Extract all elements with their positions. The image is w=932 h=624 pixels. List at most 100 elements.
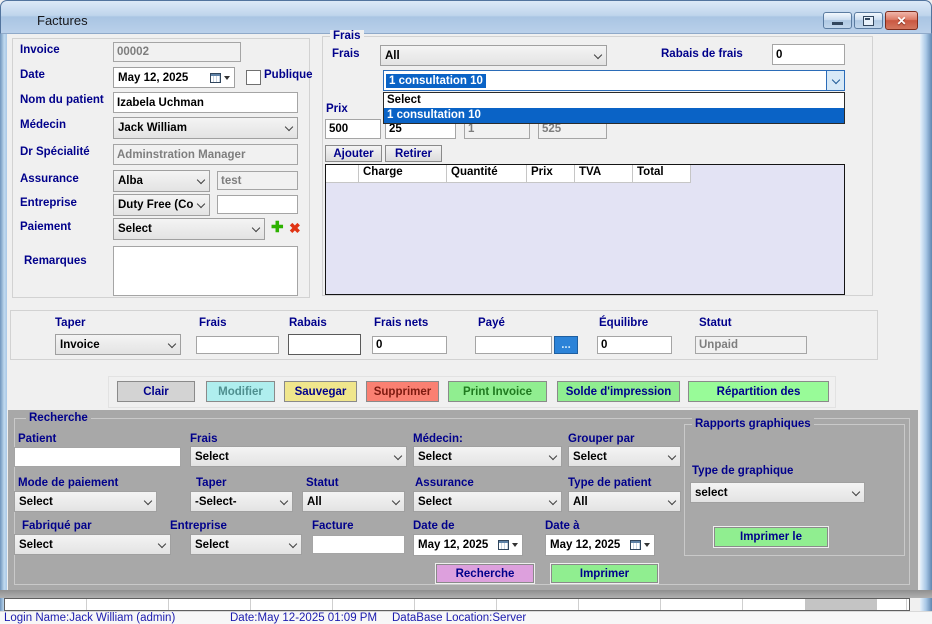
add-payment-icon[interactable]: ✚: [271, 220, 284, 235]
date-de-picker[interactable]: May 12, 2025: [413, 534, 523, 556]
search-taper-label: Taper: [196, 477, 226, 489]
rabais-frais-field[interactable]: [772, 44, 845, 65]
calendar-icon: [210, 73, 221, 83]
recherche-button[interactable]: Recherche: [436, 564, 534, 583]
medecin-select[interactable]: Jack William: [113, 117, 298, 139]
factures-window: Factures ✕ Invoice Date May 12, 2025 Pub…: [0, 0, 932, 624]
grouper-par-select[interactable]: Select: [568, 446, 681, 467]
maximize-button[interactable]: [854, 12, 883, 29]
imprimer-button[interactable]: Imprimer: [551, 564, 658, 583]
modifier-button[interactable]: Modifier: [206, 381, 275, 402]
ajouter-button[interactable]: Ajouter: [325, 145, 382, 162]
entreprise-extra-field[interactable]: [217, 195, 298, 214]
charges-table[interactable]: Charge Quantité Prix TVA Total: [325, 164, 845, 295]
chevron-down-icon: [852, 489, 860, 497]
taper-select[interactable]: Invoice: [55, 334, 181, 355]
clair-button[interactable]: Clair: [117, 381, 195, 402]
window-border-right: [920, 34, 932, 611]
chevron-down-icon: [197, 177, 205, 185]
paiement-select[interactable]: Select: [113, 218, 265, 240]
charge-combo[interactable]: 1 consultation 10: [383, 70, 845, 91]
assurance-select[interactable]: Alba: [113, 170, 210, 192]
dropdown-option[interactable]: Select: [384, 93, 844, 108]
search-frais-select[interactable]: Select: [190, 446, 407, 467]
invoice-number-field[interactable]: [113, 42, 241, 62]
dropdown-arrow-icon: [512, 543, 518, 547]
column-header: Prix: [527, 165, 575, 183]
minimize-button[interactable]: [823, 12, 852, 29]
column-header: Charge: [359, 165, 447, 183]
chevron-down-icon: [289, 541, 297, 549]
search-statut-select[interactable]: All: [302, 491, 405, 512]
date-de-label: Date de: [413, 520, 455, 532]
entreprise-select[interactable]: Duty Free (Co: [113, 194, 210, 216]
assurance-label: Assurance: [20, 173, 79, 185]
calendar-icon: [630, 540, 641, 550]
sauvegar-button[interactable]: Sauvegar: [284, 381, 357, 402]
search-medecin-label: Médecin:: [413, 433, 463, 445]
supprimer-button[interactable]: Supprimer: [366, 381, 439, 402]
repartition-button[interactable]: Répartition des: [688, 381, 829, 402]
print-invoice-button[interactable]: Print Invoice: [448, 381, 547, 402]
taper-label: Taper: [55, 317, 85, 329]
date-a-picker[interactable]: May 12, 2025: [545, 534, 655, 556]
statut-label: Statut: [699, 317, 732, 329]
type-patient-label: Type de patient: [568, 477, 652, 489]
imprimer-le-button[interactable]: Imprimer le: [714, 527, 828, 547]
charge-combo-button[interactable]: [826, 71, 844, 90]
status-date: Date:May 12-2025 01:09 PM: [230, 612, 377, 624]
rabais-total-field[interactable]: [288, 334, 361, 355]
chevron-down-icon: [549, 453, 557, 461]
publique-label: Publique: [264, 69, 313, 81]
assurance-extra-field[interactable]: [217, 171, 298, 190]
retirer-button[interactable]: Retirer: [385, 145, 442, 162]
column-header: TVA: [575, 165, 633, 183]
solde-impression-button[interactable]: Solde d'impression: [557, 381, 680, 402]
chevron-down-icon: [832, 77, 840, 85]
paiement-label: Paiement: [20, 221, 71, 233]
close-button[interactable]: ✕: [885, 11, 918, 30]
frais-filter-select[interactable]: All: [380, 45, 607, 66]
search-panel: Recherche Patient Frais Select Médecin: …: [8, 410, 918, 590]
search-patient-field[interactable]: [14, 447, 181, 467]
search-frais-label: Frais: [190, 433, 218, 445]
search-facture-field[interactable]: [312, 535, 405, 554]
frais-total-field[interactable]: [196, 336, 279, 354]
equilibre-label: Équilibre: [599, 317, 648, 329]
search-statut-label: Statut: [306, 477, 339, 489]
medecin-label: Médecin: [20, 119, 66, 131]
prix-field[interactable]: [325, 119, 381, 139]
frais-nets-field[interactable]: [372, 336, 447, 354]
delete-payment-icon[interactable]: ✖: [289, 221, 301, 235]
column-header: Quantité: [447, 165, 527, 183]
search-taper-select[interactable]: -Select-: [190, 491, 293, 512]
panel-bottom-edge: [0, 590, 932, 598]
dropdown-arrow-icon: [224, 76, 230, 80]
type-patient-select[interactable]: All: [568, 491, 681, 512]
fabrique-par-label: Fabriqué par: [22, 520, 92, 532]
results-list-strip[interactable]: [4, 598, 910, 611]
dropdown-option-highlighted[interactable]: 1 consultation 10: [384, 108, 844, 123]
charge-combo-dropdown: Select 1 consultation 10: [383, 92, 845, 124]
type-graphique-select[interactable]: select: [690, 482, 865, 503]
chevron-down-icon: [144, 498, 152, 506]
mode-paiement-select[interactable]: Select: [14, 491, 157, 512]
paye-browse-button[interactable]: ...: [554, 336, 578, 354]
titlebar[interactable]: Factures ✕: [0, 0, 932, 34]
patient-name-field[interactable]: [113, 92, 298, 113]
frais-group-title: Frais: [330, 30, 364, 42]
fabrique-par-select[interactable]: Select: [14, 534, 171, 555]
chevron-down-icon: [392, 498, 400, 506]
invoice-date-picker[interactable]: May 12, 2025: [113, 67, 235, 88]
paye-field[interactable]: [475, 336, 552, 354]
remarques-field[interactable]: [113, 246, 298, 296]
equilibre-field[interactable]: [597, 336, 672, 354]
column-header: Total: [633, 165, 691, 183]
search-entreprise-select[interactable]: Select: [190, 534, 302, 555]
chevron-down-icon: [394, 453, 402, 461]
publique-checkbox[interactable]: [246, 70, 261, 85]
search-assurance-select[interactable]: Select: [413, 491, 562, 512]
search-medecin-select[interactable]: Select: [413, 446, 562, 467]
status-database: DataBase Location:Server: [392, 612, 526, 624]
prix-label: Prix: [326, 103, 348, 115]
